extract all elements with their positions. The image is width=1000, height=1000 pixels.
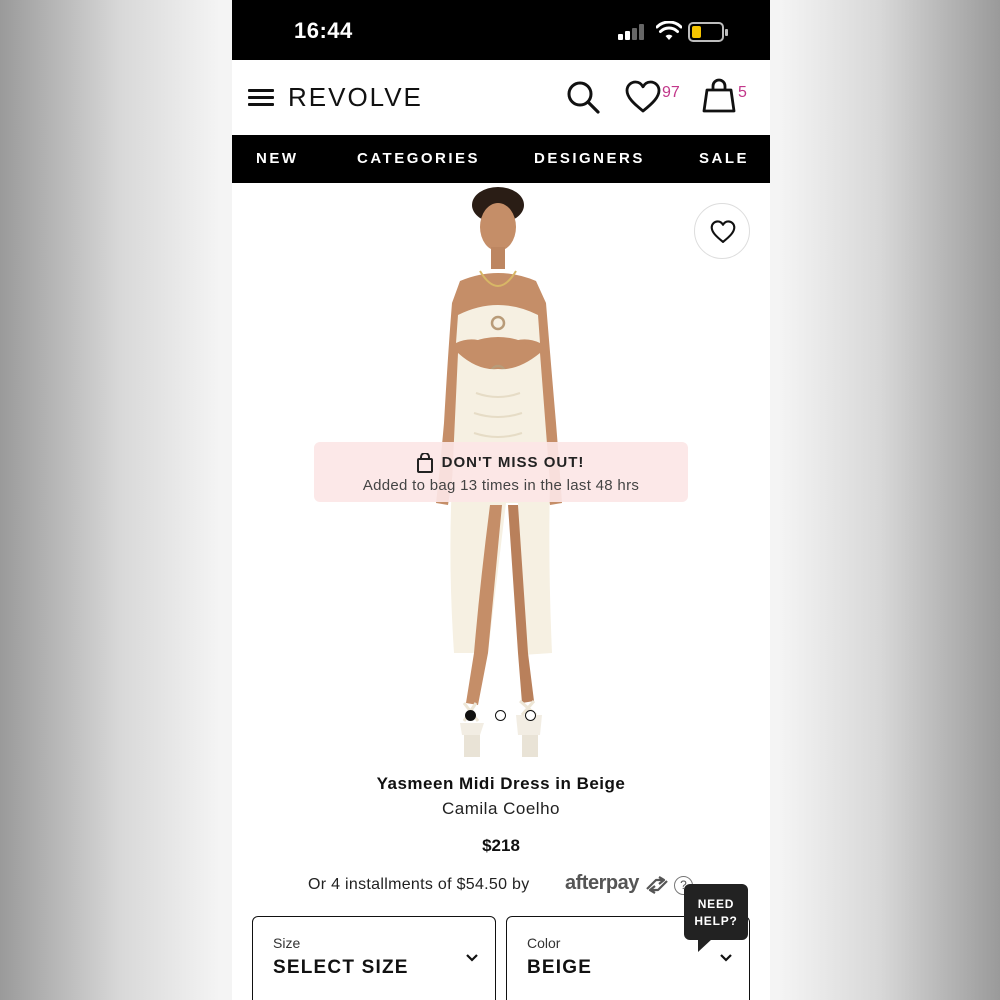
help-line-2: HELP?	[694, 914, 738, 928]
product-name: Yasmeen Midi Dress in Beige	[376, 774, 626, 793]
color-label: Color	[527, 935, 561, 951]
add-to-wishlist-button[interactable]	[694, 203, 750, 259]
wishlist-count: 97	[662, 84, 680, 101]
battery-icon	[688, 22, 728, 42]
size-select[interactable]: Size SELECT SIZE	[252, 916, 496, 1000]
product-image-carousel[interactable]: DON'T MISS OUT! Added to bag 13 times in…	[232, 183, 770, 763]
promo-subtitle: Added to bag 13 times in the last 48 hrs	[362, 477, 640, 494]
nav-item-new[interactable]: NEW	[256, 150, 299, 167]
shopping-bag-icon[interactable]	[702, 78, 736, 114]
product-price: $218	[482, 836, 520, 855]
chevron-down-icon	[466, 954, 478, 962]
promo-banner: DON'T MISS OUT! Added to bag 13 times in…	[314, 442, 688, 502]
brand-logo[interactable]: REVOLVE	[288, 82, 423, 113]
app-header: REVOLVE 97 5	[232, 60, 770, 135]
status-bar: 16:44	[232, 0, 770, 60]
promo-title: DON'T MISS OUT!	[441, 454, 585, 471]
chevron-down-icon	[720, 954, 732, 962]
installments-text: Or 4 installments of $54.50 by	[308, 876, 530, 893]
carousel-dot[interactable]	[465, 710, 476, 721]
wifi-icon	[656, 21, 682, 40]
carousel-dot[interactable]	[525, 710, 536, 721]
nav-item-sale[interactable]: SALE	[699, 150, 749, 167]
signal-icon	[618, 24, 646, 40]
size-value: SELECT SIZE	[273, 957, 409, 978]
color-value: BEIGE	[527, 957, 593, 978]
afterpay-arrows-icon	[646, 876, 668, 894]
brand-name[interactable]: Camila Coelho	[232, 799, 770, 819]
bag-count: 5	[738, 84, 747, 101]
afterpay-logo: afterpay	[565, 872, 639, 894]
main-nav: NEW CATEGORIES DESIGNERS SALE	[232, 135, 770, 183]
nav-item-categories[interactable]: CATEGORIES	[357, 150, 480, 167]
wishlist-heart-icon[interactable]	[625, 80, 661, 114]
size-label: Size	[273, 935, 301, 951]
heart-outline-icon	[710, 220, 736, 243]
carousel-dot[interactable]	[495, 710, 506, 721]
need-help-button[interactable]: NEED HELP?	[684, 884, 748, 952]
phone-screen: 16:44 REVOLVE 97 5 NEW CATEGORIES DESIGN…	[232, 0, 770, 1000]
status-time: 16:44	[294, 18, 353, 43]
menu-icon[interactable]	[248, 89, 274, 107]
help-line-1: NEED	[697, 897, 735, 911]
nav-item-designers[interactable]: DESIGNERS	[534, 150, 645, 167]
search-icon[interactable]	[566, 80, 602, 116]
